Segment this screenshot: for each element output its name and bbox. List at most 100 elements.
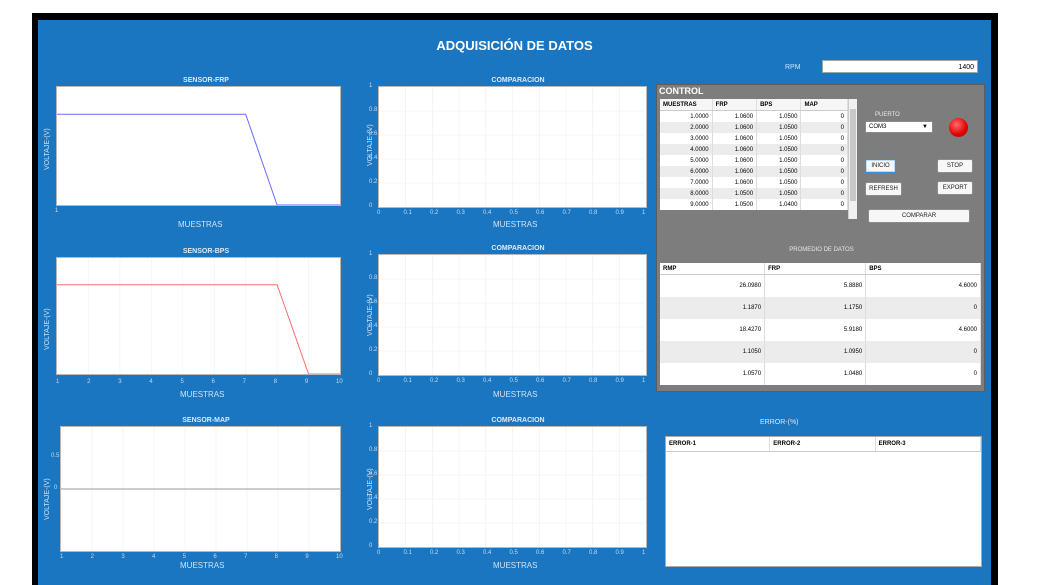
table-cell[interactable]: 18.4270: [660, 319, 766, 342]
table-cell[interactable]: 1.0000: [660, 110, 713, 122]
table-cell[interactable]: 0: [865, 297, 981, 320]
inicio-button[interactable]: INICIO: [865, 159, 896, 173]
frp-xlabel: MUESTRAS: [178, 220, 223, 229]
table-row[interactable]: 7.0000 1.0600 1.0500 0: [660, 177, 848, 188]
rpm-field[interactable]: 1400: [822, 60, 978, 73]
samples-scrollbar[interactable]: [848, 99, 857, 219]
avg-col-header[interactable]: RMP: [660, 263, 766, 275]
samples-col-header[interactable]: FRP: [712, 99, 758, 111]
table-cell[interactable]: 4.0000: [660, 144, 713, 155]
table-cell[interactable]: 3.0000: [660, 133, 713, 144]
table-row[interactable]: 1.1870 1.1750 0: [660, 297, 981, 320]
samples-col-header[interactable]: MUESTRAS: [660, 99, 713, 111]
table-cell[interactable]: 1.0500: [756, 188, 802, 199]
table-cell[interactable]: 6.0000: [660, 166, 713, 177]
frp-series-line: [57, 113, 340, 206]
axis-tick-label: 2: [87, 379, 91, 385]
table-cell[interactable]: 9.0000: [660, 199, 713, 210]
table-cell[interactable]: 5.0000: [660, 155, 713, 166]
table-row[interactable]: 2.0000 1.0600 1.0500 0: [660, 122, 848, 133]
table-row[interactable]: 18.4270 5.9180 4.6000: [660, 319, 981, 342]
table-cell[interactable]: 0: [800, 133, 848, 144]
table-row[interactable]: 5.0000 1.0600 1.0500 0: [660, 155, 848, 166]
table-row[interactable]: 3.0000 1.0600 1.0500 0: [660, 133, 848, 144]
puerto-select[interactable]: COM3 ▼: [865, 121, 933, 133]
table-cell[interactable]: 1.0500: [712, 199, 758, 210]
samples-col-header[interactable]: MAP: [800, 99, 848, 111]
table-cell[interactable]: 1.0950: [764, 341, 867, 364]
table-cell[interactable]: 2.0000: [660, 122, 713, 133]
table-cell[interactable]: 1.0600: [712, 155, 758, 166]
error-col-header[interactable]: ERROR-2: [769, 437, 876, 452]
table-cell[interactable]: 1.0600: [712, 166, 758, 177]
table-cell[interactable]: 0: [800, 166, 848, 177]
table-cell[interactable]: 0: [865, 341, 981, 364]
rpm-label: RPM: [785, 64, 801, 71]
error-col-header[interactable]: ERROR-3: [875, 437, 982, 452]
table-cell[interactable]: 4.6000: [865, 319, 981, 342]
axis-tick-label: 0.4: [483, 210, 492, 216]
table-cell[interactable]: 1.0500: [712, 188, 758, 199]
table-row[interactable]: 1.0570 1.0480 0: [660, 363, 981, 385]
axis-tick-label: 0: [369, 371, 373, 377]
export-button[interactable]: EXPORT: [937, 181, 973, 195]
table-cell[interactable]: 1.1870: [660, 297, 766, 320]
table-cell[interactable]: 26.0980: [660, 274, 766, 298]
axis-tick-label: 0.8: [369, 107, 378, 113]
table-cell[interactable]: 0: [800, 110, 848, 122]
table-cell[interactable]: 1.0500: [756, 144, 802, 155]
table-row[interactable]: 9.0000 1.0500 1.0400 0: [660, 199, 848, 210]
axis-tick-label: 1: [369, 83, 373, 89]
error-col-header[interactable]: ERROR-1: [666, 437, 771, 452]
axis-tick-label: 0.7: [562, 378, 571, 384]
table-cell[interactable]: 1.0500: [756, 177, 802, 188]
table-cell[interactable]: 5.9180: [764, 319, 867, 342]
table-row[interactable]: 6.0000 1.0600 1.0500 0: [660, 166, 848, 177]
axis-tick-label: 1: [369, 423, 373, 429]
table-cell[interactable]: 0: [800, 199, 848, 210]
table-row[interactable]: 8.0000 1.0500 1.0500 0: [660, 188, 848, 199]
avg-col-header[interactable]: FRP: [764, 263, 867, 275]
table-row[interactable]: 4.0000 1.0600 1.0500 0: [660, 144, 848, 155]
table-cell[interactable]: 1.1750: [764, 297, 867, 320]
table-cell[interactable]: 1.0600: [712, 144, 758, 155]
table-row[interactable]: 1.0000 1.0600 1.0500 0: [660, 110, 848, 122]
scroll-thumb[interactable]: [850, 109, 856, 201]
table-cell[interactable]: 0: [800, 188, 848, 199]
refresh-button[interactable]: REFRESH: [865, 182, 902, 196]
table-cell[interactable]: 0: [800, 177, 848, 188]
average-table[interactable]: RMP FRP BPS 26.0980 5.8880 4.6000 1.1870 1.175…: [660, 263, 981, 385]
table-cell[interactable]: 0: [800, 122, 848, 133]
table-row[interactable]: 1.1050 1.0950 0: [660, 341, 981, 364]
table-cell[interactable]: 1.0480: [764, 363, 867, 385]
axis-tick-label: 0.2: [369, 519, 378, 525]
cmp3-xlabel: MUESTRAS: [493, 561, 538, 570]
table-cell[interactable]: 1.0500: [756, 110, 802, 122]
table-row[interactable]: 26.0980 5.8880 4.6000: [660, 274, 981, 298]
table-cell[interactable]: 1.0500: [756, 155, 802, 166]
table-cell[interactable]: 1.0500: [756, 166, 802, 177]
table-cell[interactable]: 8.0000: [660, 188, 713, 199]
table-cell[interactable]: 5.8880: [764, 274, 867, 298]
samples-col-header[interactable]: BPS: [756, 99, 802, 111]
table-cell[interactable]: 1.0600: [712, 122, 758, 133]
table-cell[interactable]: 1.1050: [660, 341, 766, 364]
table-cell[interactable]: 0: [800, 144, 848, 155]
table-cell[interactable]: 1.0600: [712, 110, 758, 122]
table-cell[interactable]: 1.0500: [756, 133, 802, 144]
table-cell[interactable]: 0: [800, 155, 848, 166]
table-cell[interactable]: 0: [865, 363, 981, 385]
table-cell[interactable]: 1.0570: [660, 363, 766, 385]
avg-col-header[interactable]: BPS: [865, 263, 981, 275]
table-cell[interactable]: 1.0600: [712, 177, 758, 188]
table-cell[interactable]: 1.0600: [712, 133, 758, 144]
table-cell[interactable]: 1.0500: [756, 122, 802, 133]
samples-table[interactable]: MUESTRAS FRP BPS MAP 1.0000 1.0600 1.0500 0 2.0…: [660, 99, 848, 210]
table-cell[interactable]: 1.0400: [756, 199, 802, 210]
comparar-button[interactable]: COMPARAR: [868, 209, 970, 223]
error-table[interactable]: ERROR-1 ERROR-2 ERROR-3: [665, 436, 982, 567]
table-cell[interactable]: 4.6000: [865, 274, 981, 298]
table-cell[interactable]: 7.0000: [660, 177, 713, 188]
stop-button[interactable]: STOP: [937, 159, 973, 173]
frp-line-chart: [57, 113, 340, 206]
